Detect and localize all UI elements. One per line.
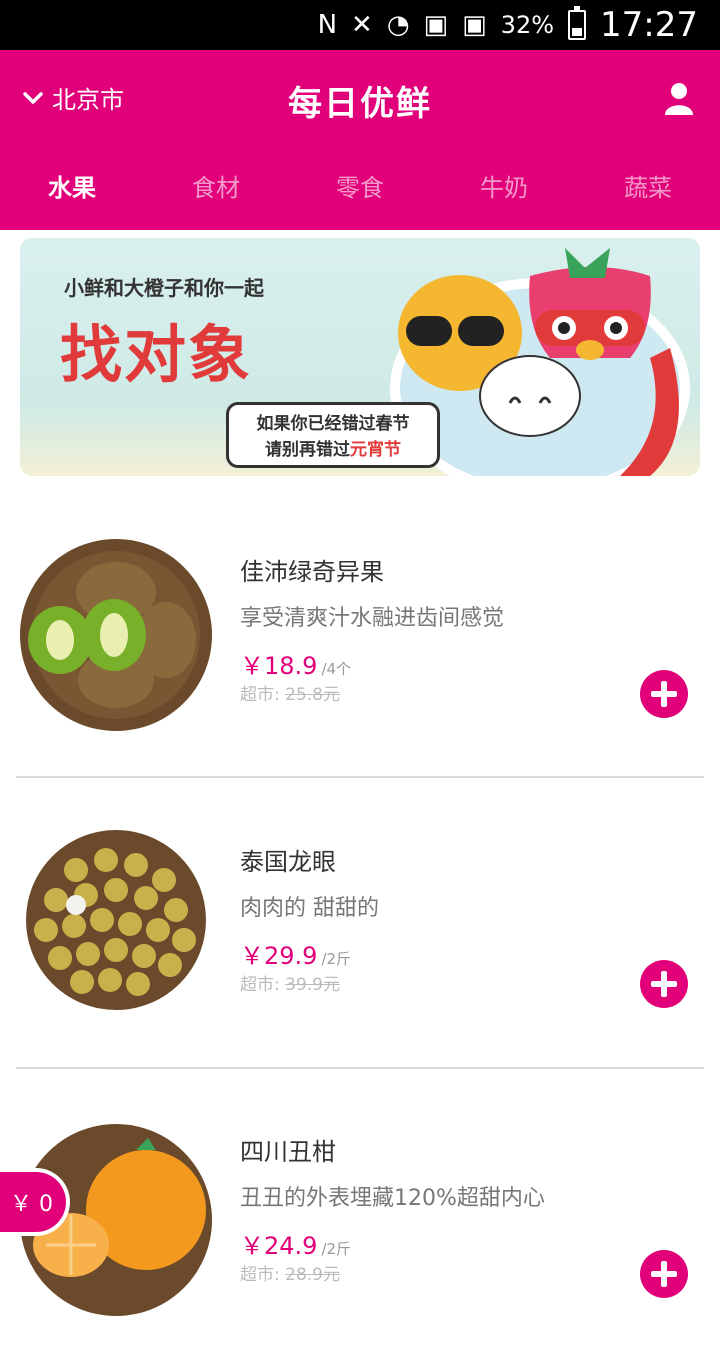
tab-ingredients[interactable]: 食材 <box>144 160 288 220</box>
product-description: 享受清爽汁水融进齿间感觉 <box>240 606 505 631</box>
price-unit: /2斤 <box>321 1240 352 1258</box>
market-price: 超市: 28.9元 <box>240 1260 340 1285</box>
battery-percent: 32% <box>500 11 555 39</box>
product-price: ￥29.9/2斤 <box>240 936 351 971</box>
status-bar: N ✕ ◔ ▣ ▣ 32% 17:27 <box>0 0 720 50</box>
product-card[interactable]: 四川丑柑 丑丑的外表埋藏120%超甜内心 ￥24.9/2斤 超市: 28.9元 <box>16 1090 704 1350</box>
clock: 17:27 <box>600 5 698 45</box>
product-image-longan <box>26 830 206 1010</box>
banner-bubble-line2: 请别再错过元宵节 <box>239 437 427 463</box>
banner-speech-bubble: 如果你已经错过春节 请别再错过元宵节 <box>226 402 440 468</box>
price-value: ￥29.9 <box>240 942 318 970</box>
add-to-cart-button[interactable] <box>640 960 688 1008</box>
price-unit: /4个 <box>321 660 352 678</box>
market-price-value: 39.9元 <box>285 975 340 995</box>
banner-bubble-highlight: 元宵节 <box>350 440 401 460</box>
tab-milk[interactable]: 牛奶 <box>432 160 576 220</box>
wifi-icon: ◔ <box>386 10 410 40</box>
product-description: 丑丑的外表埋藏120%超甜内心 <box>240 1186 545 1211</box>
price-unit: /2斤 <box>321 950 352 968</box>
cart-button[interactable]: ￥ 0 <box>0 1172 66 1232</box>
market-price-value: 25.8元 <box>285 685 340 705</box>
product-name: 四川丑柑 <box>240 1138 336 1166</box>
no-sim-icon: ▣ <box>423 10 449 40</box>
category-tabs: 水果 食材 零食 牛奶 蔬菜 <box>0 160 720 220</box>
tab-vegetables[interactable]: 蔬菜 <box>576 160 720 220</box>
price-value: ￥24.9 <box>240 1232 318 1260</box>
market-label: 超市: <box>240 685 280 705</box>
no-sim-icon-2: ▣ <box>462 10 487 40</box>
nfc-icon: N <box>317 10 338 40</box>
tab-snacks[interactable]: 零食 <box>288 160 432 220</box>
market-price: 超市: 39.9元 <box>240 970 340 995</box>
cart-amount: ￥ 0 <box>10 1192 53 1217</box>
product-description: 肉肉的 甜甜的 <box>240 896 379 921</box>
divider <box>16 776 704 778</box>
add-to-cart-button[interactable] <box>640 1250 688 1298</box>
brand-title: 每日优鲜 <box>288 84 432 124</box>
product-name: 佳沛绿奇异果 <box>240 558 384 586</box>
promo-banner[interactable]: 小鲜和大橙子和你一起 找对象 如果你已经错过春节 请别再错过元宵节 <box>20 238 700 476</box>
banner-bubble-line1: 如果你已经错过春节 <box>256 414 410 434</box>
product-image-kiwi <box>20 539 212 731</box>
product-price: ￥18.9/4个 <box>240 646 351 681</box>
app-header: 北京市 每日优鲜 水果 食材 零食 牛奶 蔬菜 <box>0 50 720 230</box>
product-card[interactable]: 佳沛绿奇异果 享受清爽汁水融进齿间感觉 ￥18.9/4个 超市: 25.8元 <box>16 510 704 770</box>
banner-bubble-prefix: 请别再错过 <box>265 440 350 460</box>
market-label: 超市: <box>240 1265 280 1285</box>
product-price: ￥24.9/2斤 <box>240 1226 351 1261</box>
user-icon[interactable] <box>664 82 694 116</box>
market-label: 超市: <box>240 975 280 995</box>
battery-icon <box>568 6 587 40</box>
mute-icon: ✕ <box>351 10 373 40</box>
banner-title: 找对象 <box>60 318 253 391</box>
add-to-cart-button[interactable] <box>640 670 688 718</box>
tab-fruit[interactable]: 水果 <box>0 160 144 220</box>
product-name: 泰国龙眼 <box>240 848 336 876</box>
price-value: ￥18.9 <box>240 652 318 680</box>
divider <box>16 1067 704 1069</box>
market-price-value: 28.9元 <box>285 1265 340 1285</box>
banner-subtitle: 小鲜和大橙子和你一起 <box>64 276 264 300</box>
product-card[interactable]: 泰国龙眼 肉肉的 甜甜的 ￥29.9/2斤 超市: 39.9元 <box>16 800 704 1060</box>
market-price: 超市: 25.8元 <box>240 680 340 705</box>
